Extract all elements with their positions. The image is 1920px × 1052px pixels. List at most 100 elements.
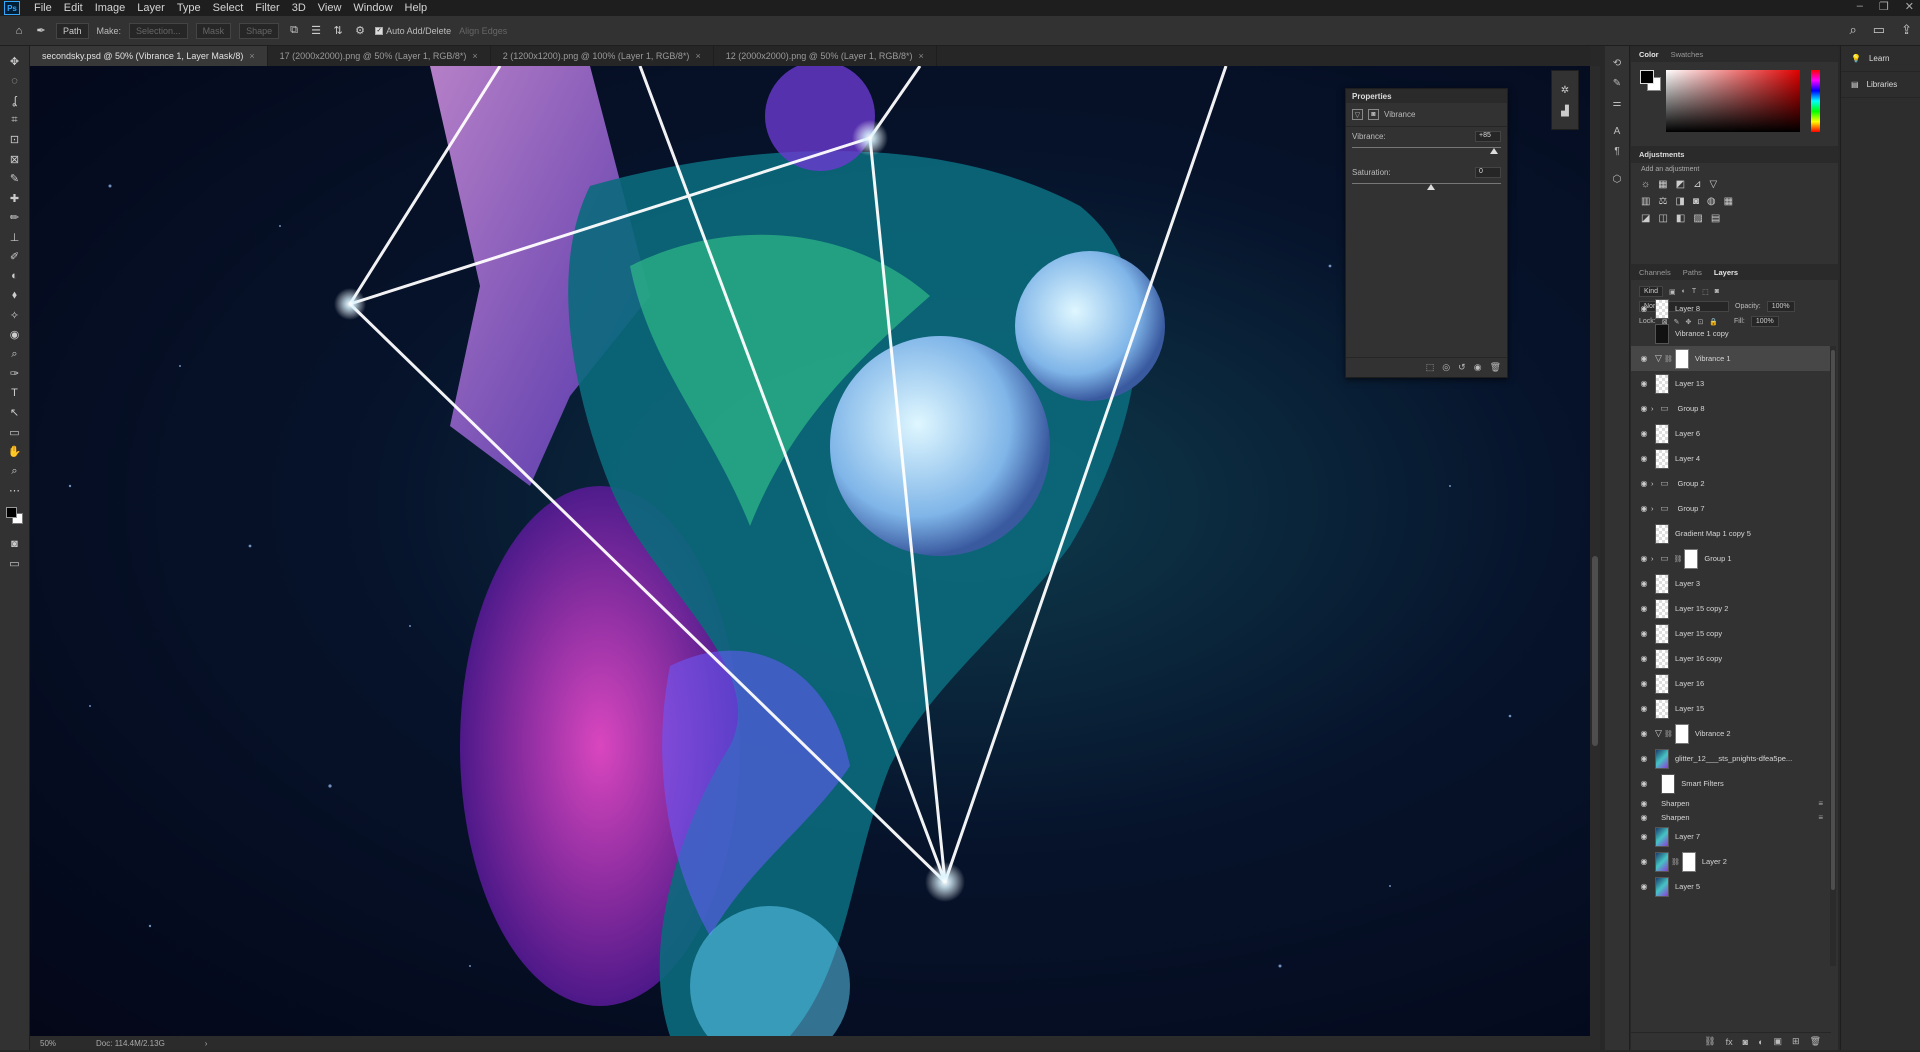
layer-thumbnail[interactable] [1655,876,1669,897]
align-edges-checkbox[interactable]: Align Edges [459,26,507,36]
layers-scrollbar[interactable] [1830,346,1836,966]
eye-icon[interactable]: ◉ [1637,754,1651,763]
layer-row[interactable]: ◉ Vibrance 1 copy [1631,321,1831,346]
eye-icon[interactable]: ◉ [1637,832,1651,841]
home-icon[interactable]: ⌂ [12,24,26,38]
menu-item-help[interactable]: Help [399,2,434,14]
add-mask-icon[interactable]: ◙ [1743,1037,1748,1047]
layer-row[interactable]: ◉ Layer 8 [1631,296,1831,321]
expand-icon[interactable]: › [1651,554,1654,563]
eye-icon[interactable]: ◉ [1637,882,1651,891]
menu-item-window[interactable]: Window [347,2,398,14]
adjustment-icon[interactable]: ▤ [1711,213,1720,224]
filter-options-icon[interactable]: ≡ [1818,813,1823,822]
layer-row[interactable]: ◉ Layer 16 copy [1631,646,1831,671]
layer-row[interactable]: ◉ Gradient Map 1 copy 5 [1631,521,1831,546]
workspace-icon[interactable]: ▭ [1873,22,1885,38]
make-selection-button[interactable]: Selection... [129,22,188,39]
layer-thumbnail[interactable] [1655,748,1669,769]
filter-options-icon[interactable]: ≡ [1818,799,1823,808]
menu-item-select[interactable]: Select [207,2,250,14]
eye-icon[interactable]: ◉ [1637,629,1651,638]
zoom-level[interactable]: 50% [40,1039,56,1048]
path-operations-icon[interactable]: ⧉ [287,24,301,38]
layer-thumbnail[interactable] [1655,423,1669,444]
menu-item-3d[interactable]: 3D [286,2,312,14]
eye-icon[interactable]: ◉ [1637,857,1651,866]
layer-row[interactable]: ◉ Layer 5 [1631,874,1831,899]
eye-icon[interactable]: ◉ [1637,554,1651,563]
reset-icon[interactable]: ↺ [1458,362,1466,373]
quick-mask-icon[interactable]: ◙ [4,535,26,555]
tool-icon[interactable]: ✏ [4,208,26,228]
tool-icon[interactable]: ↖ [4,403,26,423]
filter-shape-icon[interactable]: ⬚ [1702,288,1709,296]
fg-swatch[interactable] [1640,70,1654,84]
tool-icon[interactable]: ▭ [4,423,26,443]
layer-row[interactable]: ◉ › ▭ Group 2 [1631,471,1831,496]
saturation-input[interactable]: 0 [1475,167,1501,178]
search-icon[interactable]: ⌕ [1850,22,1857,38]
adjustment-icon[interactable]: ☼ [1641,179,1650,190]
histogram-icon[interactable]: ▟ [1561,106,1569,117]
layer-thumbnail[interactable] [1655,623,1669,644]
new-group-icon[interactable]: ▣ [1774,1036,1783,1047]
filter-type-icon[interactable]: T [1692,288,1696,295]
eye-icon[interactable]: ◉ [1637,704,1651,713]
eye-icon[interactable]: ◉ [1637,679,1651,688]
eye-icon[interactable]: ◉ [1637,779,1651,788]
tab-swatches[interactable]: Swatches [1671,50,1704,59]
menu-item-view[interactable]: View [312,2,348,14]
history-icon[interactable]: ⟲ [1613,58,1621,69]
trash-icon[interactable]: 🗑 [1810,1036,1821,1047]
tool-icon[interactable]: T [4,384,26,404]
scroll-thumb[interactable] [1831,350,1835,890]
link-icon[interactable]: ⛓ [1664,355,1673,363]
layer-thumbnail[interactable] [1655,673,1669,694]
tool-icon[interactable]: ⌕ [4,345,26,365]
tool-icon[interactable]: ✧ [4,306,26,326]
layer-thumbnail[interactable] [1655,573,1669,594]
eye-icon[interactable]: ◉ [1637,429,1651,438]
adjustment-icon[interactable]: ◪ [1641,213,1650,224]
tool-icon[interactable]: ✋ [4,442,26,462]
layer-row[interactable]: ◉ ▽ ⛓ Vibrance 2 [1631,721,1831,746]
tab-color[interactable]: Color [1639,50,1659,59]
layer-thumbnail[interactable] [1655,826,1669,847]
new-adjustment-icon[interactable]: ◐ [1758,1037,1763,1047]
eye-icon[interactable]: ◉ [1637,529,1651,538]
layer-thumbnail[interactable] [1655,448,1669,469]
tab-layers[interactable]: Layers [1714,268,1738,277]
adjust-icon[interactable]: ⚌ [1613,98,1622,109]
restore-icon[interactable]: ❐ [1879,0,1889,13]
eye-icon[interactable]: ◉ [1637,579,1651,588]
make-shape-button[interactable]: Shape [239,22,280,39]
mask-icon[interactable]: ◙ [1368,109,1379,120]
eye-icon[interactable]: ◉ [1637,504,1651,513]
layer-mask-thumbnail[interactable] [1674,723,1689,744]
layer-mask-thumbnail[interactable] [1681,851,1696,872]
layer-row[interactable]: ◉ Sharpen ≡ [1631,796,1831,810]
filter-smart-icon[interactable]: ◙ [1715,288,1719,295]
adjustment-icon[interactable]: ◩ [1676,179,1685,190]
tool-icon[interactable]: ⬧ [4,286,26,306]
tool-icon[interactable]: ⊥ [4,228,26,248]
layer-thumbnail[interactable] [1661,773,1676,794]
eye-icon[interactable]: ◉ [1637,304,1651,313]
adjustment-icon[interactable]: ▽ [1709,179,1717,190]
layer-row[interactable]: ◉ Layer 4 [1631,446,1831,471]
adjustment-icon[interactable]: ⊿ [1693,179,1701,190]
tool-icon[interactable]: ✎ [4,169,26,189]
close-icon[interactable]: × [918,51,923,61]
layer-row[interactable]: ◉ › ▭ ⛓ Group 1 [1631,546,1831,571]
navigator-icon[interactable]: ✲ [1561,85,1569,96]
saturation-slider[interactable] [1352,181,1501,191]
menu-item-type[interactable]: Type [171,2,207,14]
adjustment-icon[interactable]: ▥ [1641,196,1650,207]
tool-icon[interactable]: ⋯ [4,481,26,501]
layer-thumbnail[interactable] [1655,373,1669,394]
layer-thumbnail[interactable] [1655,598,1669,619]
vibrance-slider[interactable] [1352,145,1501,155]
eye-icon[interactable]: ◉ [1637,729,1651,738]
eye-icon[interactable]: ◉ [1637,354,1651,363]
